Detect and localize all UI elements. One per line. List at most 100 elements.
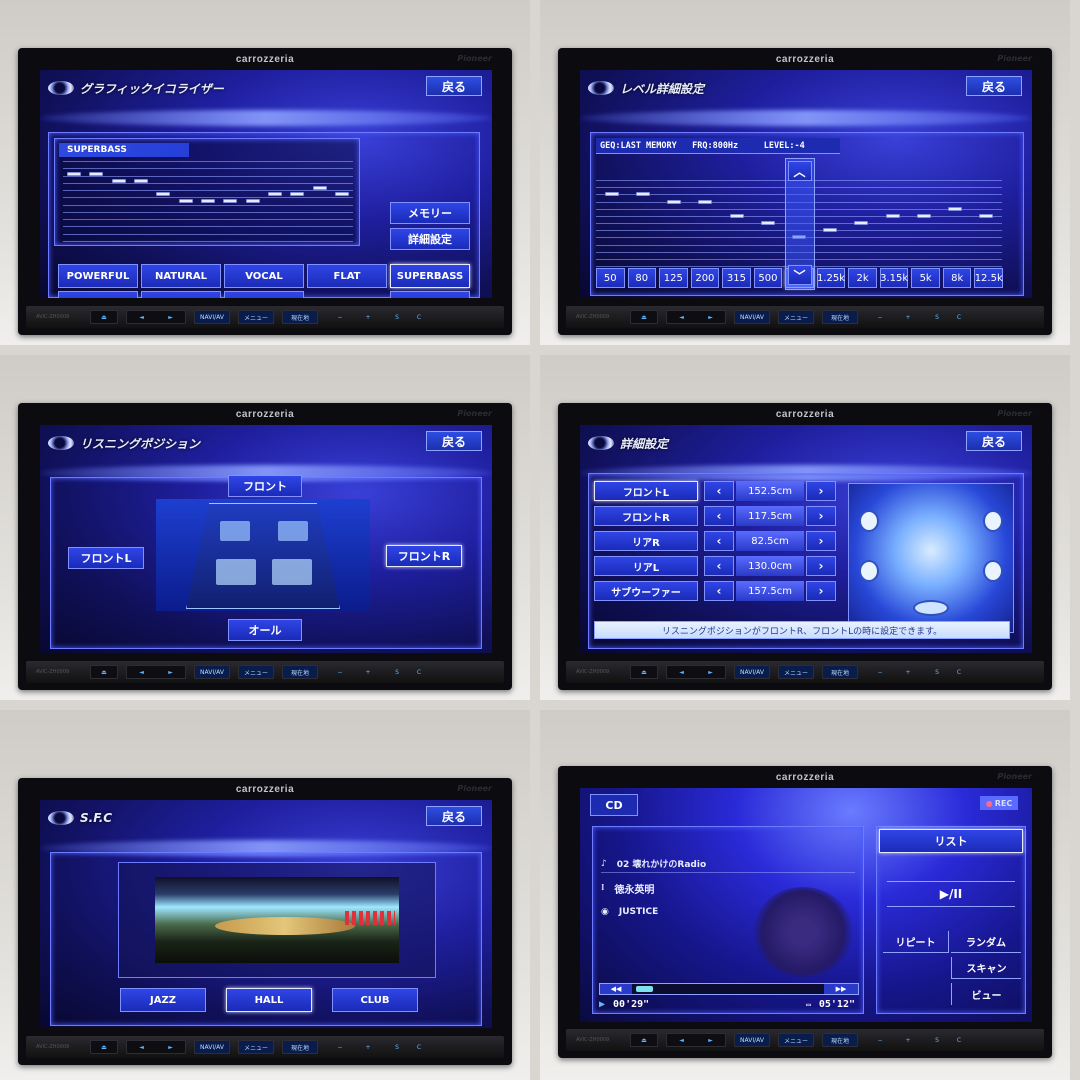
preset-button[interactable]: CUSTOM1	[58, 291, 138, 298]
navi-av-button[interactable]: NAVI/AV	[734, 665, 770, 679]
band-button[interactable]: 500	[753, 268, 783, 288]
eq-band-marker[interactable]	[948, 206, 963, 211]
increase-chevron-right-icon[interactable]: ›	[806, 581, 836, 601]
track-seek-button[interactable]: ◄ ►	[666, 665, 726, 679]
eq-band-marker[interactable]	[916, 213, 931, 218]
volume-control[interactable]: − +	[326, 665, 382, 679]
c-button[interactable]: C	[952, 665, 966, 679]
band-button[interactable]: 315	[722, 268, 751, 288]
navi-av-button[interactable]: NAVI/AV	[194, 310, 230, 324]
volume-down-icon[interactable]: −	[337, 314, 342, 321]
decrease-chevron-left-icon[interactable]: ‹	[704, 581, 734, 601]
increase-chevron-right-icon[interactable]: ›	[806, 481, 836, 501]
memory-button[interactable]: メモリー	[390, 202, 470, 224]
chevron-down-icon[interactable]: ﹀	[787, 265, 812, 285]
seek-bar[interactable]: ◀◀ ▶▶	[599, 983, 859, 995]
speaker-select-button[interactable]: リアL	[594, 556, 698, 576]
current-location-button[interactable]: 現在地	[282, 310, 318, 324]
eq-band-marker[interactable]	[979, 213, 994, 218]
back-button[interactable]: 戻る	[966, 76, 1022, 96]
volume-up-icon[interactable]: +	[905, 669, 910, 676]
c-button[interactable]: C	[412, 1040, 426, 1054]
volume-up-icon[interactable]: +	[365, 314, 370, 321]
back-button[interactable]: 戻る	[426, 431, 482, 451]
back-button[interactable]: 戻る	[426, 76, 482, 96]
chevron-up-icon[interactable]: ︿	[787, 161, 812, 181]
volume-down-icon[interactable]: −	[337, 1044, 342, 1051]
volume-down-icon[interactable]: −	[877, 1037, 882, 1044]
eq-band-marker[interactable]	[245, 199, 260, 203]
eq-band-marker[interactable]	[760, 221, 775, 225]
preset-button[interactable]: FLAT	[307, 264, 387, 288]
navi-av-button[interactable]: NAVI/AV	[734, 310, 770, 324]
current-location-button[interactable]: 現在地	[822, 310, 858, 324]
menu-button[interactable]: メニュー	[778, 1033, 814, 1047]
preset-button[interactable]: POWERFUL	[58, 264, 138, 288]
back-button[interactable]: 戻る	[426, 806, 482, 826]
volume-control[interactable]: − +	[866, 1033, 922, 1047]
menu-button[interactable]: メニュー	[238, 665, 274, 679]
s-button[interactable]: S	[390, 310, 404, 324]
c-button[interactable]: C	[412, 665, 426, 679]
menu-button[interactable]: メニュー	[238, 310, 274, 324]
eject-button[interactable]: ⏏	[630, 310, 658, 324]
track-seek-button[interactable]: ◄ ►	[126, 310, 186, 324]
track-seek-button[interactable]: ◄ ►	[666, 310, 726, 324]
eq-band-marker[interactable]	[854, 221, 869, 225]
eq-band-marker[interactable]	[67, 172, 82, 177]
eject-button[interactable]: ⏏	[90, 310, 118, 324]
preset-button[interactable]: SUPERBASS	[390, 264, 470, 288]
volume-up-icon[interactable]: +	[905, 1037, 910, 1044]
detail-settings-button[interactable]: 詳細設定	[390, 228, 470, 250]
rewind-icon[interactable]: ◀◀	[600, 984, 632, 994]
volume-up-icon[interactable]: +	[905, 314, 910, 321]
increase-chevron-right-icon[interactable]: ›	[806, 506, 836, 526]
s-button[interactable]: S	[390, 1040, 404, 1054]
volume-down-icon[interactable]: −	[877, 314, 882, 321]
current-location-button[interactable]: 現在地	[282, 1040, 318, 1054]
eq-band-marker[interactable]	[604, 192, 619, 197]
eject-button[interactable]: ⏏	[90, 1040, 118, 1054]
navi-av-button[interactable]: NAVI/AV	[194, 1040, 230, 1054]
eq-band-marker[interactable]	[201, 199, 215, 203]
front-right-button[interactable]: フロントR	[386, 545, 462, 567]
eq-band-marker[interactable]	[223, 199, 238, 203]
speaker-select-button[interactable]: リアR	[594, 531, 698, 551]
preset-button[interactable]: LAST MEMORY	[389, 291, 471, 298]
band-button[interactable]: 12.5k	[974, 268, 1003, 288]
volume-control[interactable]: − +	[326, 1040, 382, 1054]
preset-button[interactable]: VOCAL	[224, 264, 304, 288]
volume-down-icon[interactable]: −	[877, 669, 882, 676]
c-button[interactable]: C	[412, 310, 426, 324]
navi-av-button[interactable]: NAVI/AV	[734, 1033, 770, 1047]
sfc-mode-button[interactable]: CLUB	[332, 988, 418, 1012]
band-button[interactable]: 5k	[911, 268, 940, 288]
preset-button[interactable]: CUSTOM2	[141, 291, 221, 298]
volume-control[interactable]: − +	[866, 310, 922, 324]
band-button[interactable]: 2k	[848, 268, 877, 288]
band-button[interactable]: 3.15k	[879, 268, 909, 288]
eq-band-marker[interactable]	[156, 192, 171, 197]
navi-av-button[interactable]: NAVI/AV	[194, 665, 230, 679]
eject-button[interactable]: ⏏	[630, 1033, 658, 1047]
menu-button[interactable]: メニュー	[778, 310, 814, 324]
track-seek-button[interactable]: ◄ ►	[126, 1040, 186, 1054]
increase-chevron-right-icon[interactable]: ›	[806, 556, 836, 576]
preset-button[interactable]: CUSTOM3	[224, 291, 304, 298]
level-slider[interactable]: ︿ ﹀	[784, 158, 815, 290]
eq-band-marker[interactable]	[312, 185, 327, 190]
eq-band-marker[interactable]	[823, 228, 838, 233]
menu-button[interactable]: メニュー	[778, 665, 814, 679]
current-location-button[interactable]: 現在地	[822, 1033, 858, 1047]
preset-button[interactable]: NATURAL	[141, 264, 221, 288]
sfc-mode-button[interactable]: JAZZ	[120, 988, 206, 1012]
random-button[interactable]: ランダム	[951, 931, 1021, 953]
list-button[interactable]: リスト	[879, 829, 1023, 853]
s-button[interactable]: S	[930, 310, 944, 324]
sfc-mode-button[interactable]: HALL	[226, 988, 312, 1012]
eq-band-marker[interactable]	[885, 213, 900, 218]
volume-down-icon[interactable]: −	[337, 669, 342, 676]
eq-band-marker[interactable]	[290, 192, 305, 197]
decrease-chevron-left-icon[interactable]: ‹	[704, 556, 734, 576]
c-button[interactable]: C	[952, 310, 966, 324]
